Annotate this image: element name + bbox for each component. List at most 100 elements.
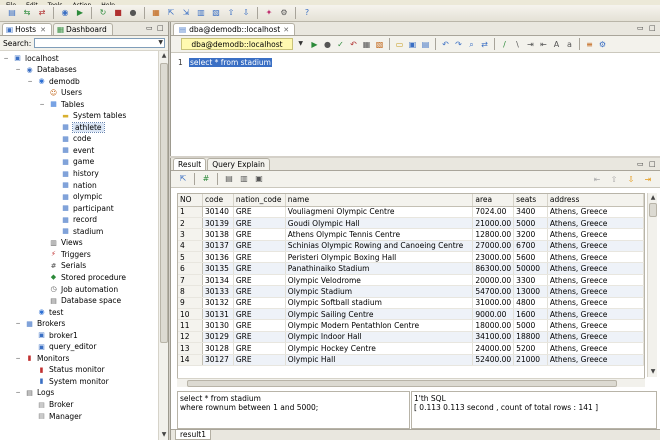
table-cell[interactable]: 2 [178, 217, 203, 230]
table-cell[interactable]: GRE [233, 262, 286, 275]
collapse-icon[interactable]: − [14, 355, 22, 362]
table-cell[interactable]: Olympic Indoor Hall [285, 331, 474, 344]
table-cell[interactable]: 30133 [202, 285, 234, 298]
options-icon[interactable]: ⚙ [278, 7, 290, 19]
tree-item[interactable]: − ▮ Monitors [14, 353, 69, 363]
table-cell[interactable]: 30137 [202, 240, 234, 253]
tree-item[interactable]: ▦ athlete [50, 121, 105, 133]
close-icon[interactable]: ✕ [40, 26, 46, 34]
table-row[interactable]: 11 30130 GRE Olympic Modern Pentathlon Cent… [178, 319, 644, 332]
table-row[interactable]: 7 30134 GRE Olympic Velodrome 20000.00 3300 At… [178, 274, 644, 287]
scrollbar-thumb[interactable] [160, 63, 168, 343]
table-cell[interactable]: 8 [178, 285, 203, 298]
table-cell[interactable]: GRE [233, 251, 286, 264]
table-cell[interactable]: 3300 [513, 274, 548, 287]
export-icon[interactable]: ⇱ [177, 173, 189, 185]
table-cell[interactable]: 7024.00 [472, 206, 515, 218]
table-cell[interactable]: 9000.00 [472, 308, 515, 321]
table-cell[interactable]: Olympic Modern Pentathlon Centre [285, 319, 474, 332]
start-icon[interactable]: ● [127, 7, 139, 19]
tree-item[interactable]: ▦ code [50, 134, 91, 144]
result-grid[interactable]: NO code nation_code name area seats address 13… [177, 193, 645, 386]
column-header[interactable]: seats [513, 194, 548, 207]
comment-icon[interactable]: / [499, 39, 510, 50]
table-cell[interactable]: 3 [178, 228, 203, 241]
history-icon[interactable]: ▧ [374, 39, 385, 50]
column-header[interactable]: NO [178, 194, 203, 207]
table-cell[interactable]: 27000.00 [472, 240, 515, 253]
tree-item[interactable]: ▦ history [50, 169, 99, 179]
tab-query-editor[interactable]: ▤ dba@demodb::localhost ✕ [173, 23, 296, 35]
table-cell[interactable]: GRE [233, 228, 286, 241]
table-cell[interactable]: 18000.00 [472, 319, 515, 332]
table-row[interactable]: 5 30136 GRE Peristeri Olympic Boxing Hall 23… [178, 251, 644, 264]
table-cell[interactable]: 12 [178, 331, 203, 344]
table-cell[interactable]: 86300.00 [472, 262, 515, 275]
column-header[interactable]: address [547, 194, 644, 207]
query-editor-icon[interactable]: ▦ [150, 7, 162, 19]
table-row[interactable]: 14 30127 GRE Olympic Hall 52400.00 21000 Athen… [178, 354, 644, 366]
previous-page-icon[interactable]: ⇧ [608, 174, 620, 186]
tree-item[interactable]: ▤ Database space [38, 296, 121, 306]
table-cell[interactable]: Panathinaiko Stadium [285, 262, 474, 275]
collapse-icon[interactable]: − [38, 101, 46, 108]
table-cell[interactable]: 30132 [202, 297, 234, 310]
tree-item[interactable]: # Serials [38, 261, 87, 271]
collapse-icon[interactable]: − [14, 320, 22, 327]
tree-item[interactable]: − ▤ Logs [14, 388, 54, 398]
table-cell[interactable]: 30131 [202, 308, 234, 321]
table-cell[interactable]: 30130 [202, 319, 234, 332]
tab-dashboard[interactable]: ▦ Dashboard [52, 23, 113, 35]
save-as-icon[interactable]: ▤ [420, 39, 431, 50]
table-cell[interactable]: Olympic Hockey Centre [285, 342, 474, 355]
table-cell[interactable]: 3400 [513, 206, 548, 218]
indent-icon[interactable]: ⇥ [525, 39, 536, 50]
load-icon[interactable]: ⇩ [240, 7, 252, 19]
table-cell[interactable]: GRE [233, 354, 286, 366]
table-cell[interactable]: Olympic Stadium [285, 285, 474, 298]
replace-icon[interactable]: ⇄ [479, 39, 490, 50]
table-cell[interactable]: 1600 [513, 308, 548, 321]
table-cell[interactable]: 34100.00 [472, 331, 515, 344]
tree-item[interactable]: − ▣ localhost [2, 53, 58, 63]
result-horizontal-scrollbar[interactable] [177, 378, 645, 387]
table-cell[interactable]: Athens, Greece [547, 262, 644, 275]
sql-editor[interactable]: 1 select * from stadium [171, 55, 660, 156]
table-cell[interactable]: 20000.00 [472, 274, 515, 287]
table-row[interactable]: 6 30135 GRE Panathinaiko Stadium 86300.00 500… [178, 262, 644, 275]
table-cell[interactable]: 5200 [513, 342, 548, 355]
uncomment-icon[interactable]: \ [512, 39, 523, 50]
help-icon[interactable]: ? [301, 7, 313, 19]
table-cell[interactable]: 30136 [202, 251, 234, 264]
table-cell[interactable]: 21000 [513, 354, 548, 366]
table-cell[interactable]: 24000.00 [472, 342, 515, 355]
unindent-icon[interactable]: ⇤ [538, 39, 549, 50]
open-file-icon[interactable]: ▭ [394, 39, 405, 50]
table-cell[interactable]: GRE [233, 217, 286, 230]
table-cell[interactable]: Athens, Greece [547, 342, 644, 355]
tree-item[interactable]: ◷ Job automation [38, 284, 118, 294]
table-cell[interactable]: GRE [233, 285, 286, 298]
scroll-up-icon[interactable]: ▲ [160, 52, 168, 60]
tree-item[interactable]: ◉ test [26, 307, 63, 317]
table-cell[interactable]: 30128 [202, 342, 234, 355]
table-cell[interactable]: Athens, Greece [547, 228, 644, 241]
table-row[interactable]: 1 30140 GRE Vouliagmeni Olympic Centre 7024.… [178, 206, 644, 218]
tab-hosts[interactable]: ▣ Hosts ✕ [2, 23, 52, 35]
table-cell[interactable]: Athens, Greece [547, 319, 644, 332]
table-cell[interactable]: 50000 [513, 262, 548, 275]
tab-result1[interactable]: result1 [175, 430, 211, 440]
table-cell[interactable]: 12800.00 [472, 228, 515, 241]
redo-icon[interactable]: ↷ [453, 39, 464, 50]
table-cell[interactable]: 5 [178, 251, 203, 264]
column-header[interactable]: code [202, 194, 234, 207]
table-cell[interactable]: GRE [233, 206, 286, 218]
table-row[interactable]: 9 30132 GRE Olympic Softball stadium 31000.0… [178, 297, 644, 310]
last-page-icon[interactable]: ⇥ [642, 174, 654, 186]
scroll-down-icon[interactable]: ▼ [160, 431, 168, 439]
table-cell[interactable]: 7 [178, 274, 203, 287]
maximize-icon[interactable]: □ [649, 160, 656, 168]
disconnect-icon[interactable]: ⇄ [36, 7, 48, 19]
table-cell[interactable]: 5600 [513, 251, 548, 264]
table-row[interactable]: 3 30138 GRE Athens Olympic Tennis Centre 128… [178, 228, 644, 241]
